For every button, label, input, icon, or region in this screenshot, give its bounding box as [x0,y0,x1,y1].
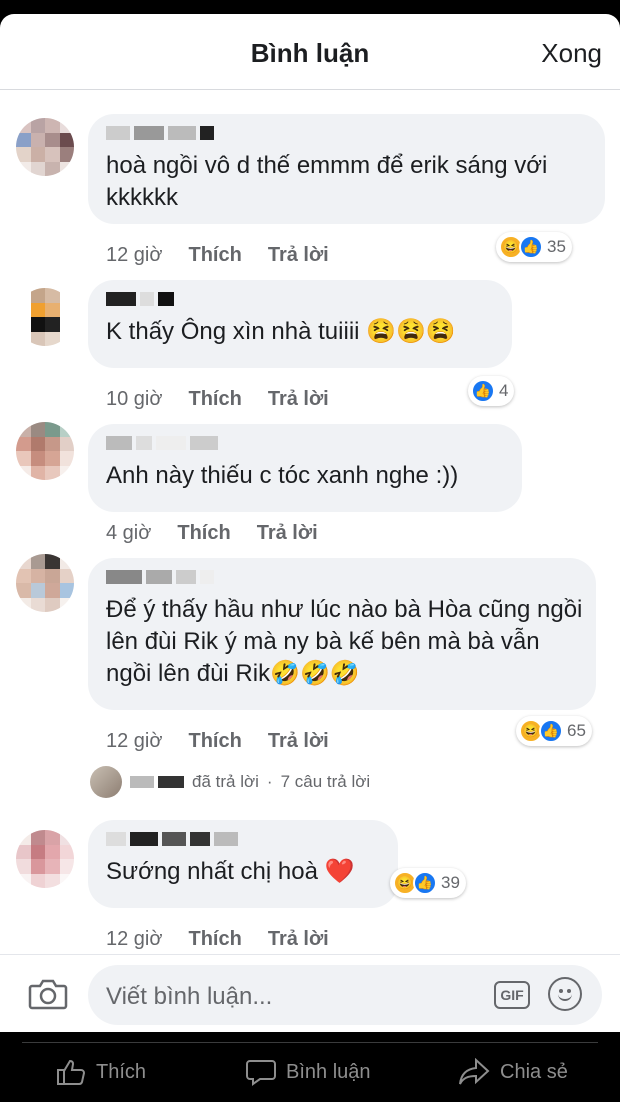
sheet-header: Bình luận Xong [0,14,620,90]
share-icon [459,1058,490,1085]
comment-text: hoà ngồi vô d thế emmm để erik sáng với … [106,152,548,211]
reaction-summary[interactable]: 😆 👍 35 [496,232,572,262]
comment-text: K thấy Ông xìn nhà tuiiii 😫😫😫 [106,318,456,345]
done-button[interactable]: Xong [541,38,602,69]
comment-time: 12 giờ [106,928,163,950]
replier-name-blurred [130,776,184,788]
reply-comment-button[interactable]: Trả lời [268,928,329,951]
comment-bubble: Sướng nhất chị hoà ❤️ [88,820,398,908]
like-reaction-icon: 👍 [413,871,437,895]
like-post-label: Thích [96,1060,147,1083]
comments-sheet: Bình luận Xong hoà ngồi vô d thế emmm để… [0,14,620,1032]
comment-text: Anh này thiếu c tóc xanh nghe :)) [106,462,459,489]
like-reaction-icon: 👍 [471,379,495,403]
reply-count: 7 câu trả lời [280,772,371,791]
share-post-label: Chia sẻ [500,1060,568,1083]
avatar [90,766,122,798]
comment-bubble: Anh này thiếu c tóc xanh nghe :)) [88,424,522,512]
screen: Bình luận Xong hoà ngồi vô d thế emmm để… [0,0,620,1102]
avatar[interactable] [16,422,74,480]
reply-comment-button[interactable]: Trả lời [257,522,318,545]
comment-post-button[interactable]: Bình luận [246,1058,371,1086]
reply-comment-button[interactable]: Trả lời [268,730,329,753]
avatar[interactable] [16,118,74,176]
like-comment-button[interactable]: Thích [188,928,241,951]
commenter-name-blurred[interactable] [106,292,494,312]
comment-meta: 4 giờ Thích Trả lời [106,522,318,545]
like-reaction-icon: 👍 [519,235,543,259]
like-reaction-icon: 👍 [539,719,563,743]
replied-label: đã trả lời [192,772,259,791]
avatar[interactable] [16,830,74,888]
comment-text: Sướng nhất chị hoà ❤️ [106,858,355,885]
post-action-bar: Thích Bình luận Chia sẻ [0,1032,620,1102]
gif-icon[interactable]: GIF [494,981,530,1009]
like-post-button[interactable]: Thích [56,1058,146,1086]
reaction-count: 35 [547,237,566,256]
comment-meta: 12 giờ Thích Trả lời [106,928,329,951]
comment-bubble: K thấy Ông xìn nhà tuiiii 😫😫😫 [88,280,512,368]
reaction-count: 65 [567,721,586,740]
avatar[interactable] [16,554,74,612]
reaction-count: 4 [499,381,509,400]
reaction-summary[interactable]: 😆 👍 65 [516,716,592,746]
commenter-name-blurred[interactable] [106,436,504,456]
share-post-button[interactable]: Chia sẻ [458,1058,568,1086]
camera-icon[interactable] [28,977,68,1011]
comment-meta: 10 giờ Thích Trả lời [106,388,329,411]
comment-post-label: Bình luận [286,1060,371,1083]
comment-icon [246,1060,276,1086]
comment-time: 10 giờ [106,388,163,410]
comment-meta: 12 giờ Thích Trả lời [106,244,329,267]
divider [22,1042,598,1043]
comment-bubble: Để ý thấy hầu như lúc nào bà Hòa cũng ng… [88,558,596,710]
emoji-icon[interactable] [548,977,582,1011]
comment-time: 4 giờ [106,522,152,544]
like-comment-button[interactable]: Thích [188,244,241,267]
reaction-summary[interactable]: 👍 4 [468,376,515,406]
comment-time: 12 giờ [106,244,163,266]
reply-comment-button[interactable]: Trả lời [268,244,329,267]
commenter-name-blurred[interactable] [106,832,380,852]
thumbs-up-icon [57,1059,86,1085]
comment-text: Để ý thấy hầu như lúc nào bà Hòa cũng ng… [106,596,583,687]
reaction-summary[interactable]: 😆 👍 39 [390,868,466,898]
reaction-count: 39 [441,873,460,892]
comment-meta: 12 giờ Thích Trả lời [106,730,329,753]
view-replies-link[interactable]: đã trả lời · 7 câu trả lời [90,766,370,798]
commenter-name-blurred[interactable] [106,126,587,146]
avatar[interactable] [16,288,74,346]
reply-comment-button[interactable]: Trả lời [268,388,329,411]
separator: · [266,772,273,791]
comment-time: 12 giờ [106,730,163,752]
like-comment-button[interactable]: Thích [177,522,230,545]
comment-composer: Viết bình luận... GIF [0,954,620,1032]
comment-bubble: hoà ngồi vô d thế emmm để erik sáng với … [88,114,605,224]
page-title: Bình luận [250,38,370,68]
like-comment-button[interactable]: Thích [188,730,241,753]
like-comment-button[interactable]: Thích [188,388,241,411]
commenter-name-blurred[interactable] [106,570,578,590]
